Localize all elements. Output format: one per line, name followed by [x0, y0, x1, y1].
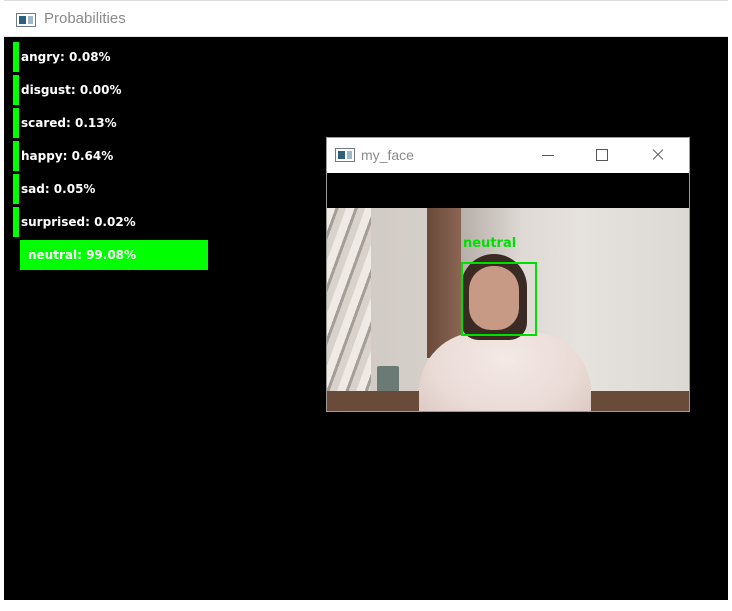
bar-row-scared: scared: 0.13% [13, 108, 117, 138]
bar-label-angry: angry: 0.08% [21, 50, 111, 64]
face-emotion-label: neutral [463, 236, 517, 251]
bar-label-disgust: disgust: 0.00% [21, 83, 122, 97]
face-detection-box [461, 262, 537, 336]
webcam-frame: neutral [327, 208, 689, 411]
minimize-icon[interactable] [533, 144, 563, 166]
window-title: Probabilities [44, 10, 126, 27]
probabilities-titlebar[interactable]: Probabilities [4, 0, 728, 37]
bar-fill-happy [13, 141, 19, 171]
person-body [419, 332, 591, 411]
bar-fill-disgust [13, 75, 19, 105]
window-title: my_face [361, 147, 414, 163]
bar-row-happy: happy: 0.64% [13, 141, 113, 171]
bar-row-surprised: surprised: 0.02% [13, 207, 136, 237]
bar-fill-sad [13, 174, 19, 204]
my-face-titlebar[interactable]: my_face [327, 138, 689, 173]
bar-row-neutral: neutral: 99.08% [20, 240, 209, 270]
bar-fill-angry [13, 42, 19, 72]
bar-label-scared: scared: 0.13% [21, 116, 117, 130]
bar-label-surprised: surprised: 0.02% [21, 215, 136, 229]
bar-fill-scared [13, 108, 19, 138]
bar-row-disgust: disgust: 0.00% [13, 75, 121, 105]
close-icon[interactable] [643, 144, 673, 166]
bar-row-sad: sad: 0.05% [13, 174, 95, 204]
window-app-icon [335, 148, 355, 162]
bar-label-neutral: neutral: 99.08% [28, 248, 137, 262]
window-app-icon [16, 13, 36, 27]
bar-label-happy: happy: 0.64% [21, 149, 114, 163]
bar-fill-surprised [13, 207, 19, 237]
maximize-icon[interactable] [587, 144, 617, 166]
bar-label-sad: sad: 0.05% [21, 182, 96, 196]
bar-row-angry: angry: 0.08% [13, 42, 111, 72]
curtain [327, 208, 371, 411]
my-face-window: my_face neutral [327, 138, 689, 411]
